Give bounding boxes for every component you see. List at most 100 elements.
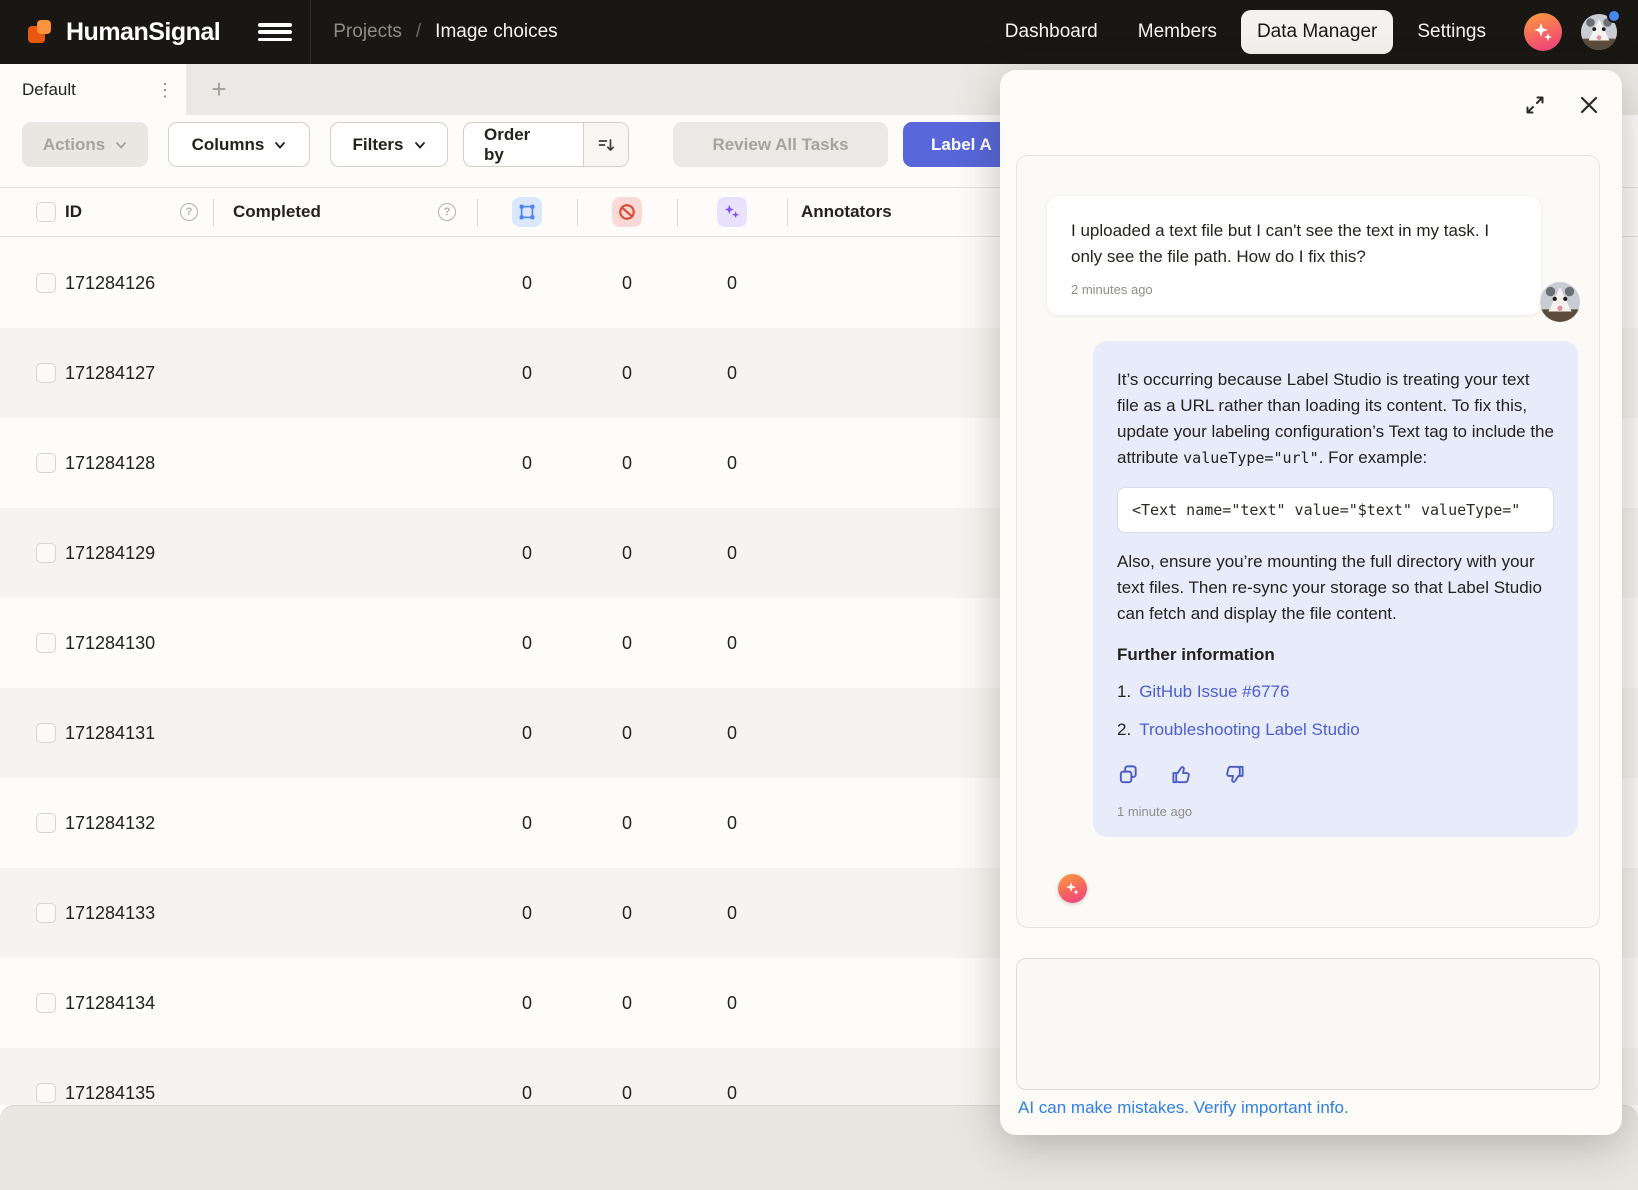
row-checkbox[interactable] xyxy=(36,543,56,563)
user-avatar[interactable] xyxy=(1580,13,1618,51)
brand[interactable]: HumanSignal xyxy=(26,17,220,47)
annotations-count: 0 xyxy=(477,543,577,564)
task-id: 171284127 xyxy=(56,363,213,384)
predictions-count: 0 xyxy=(677,633,787,654)
row-checkbox[interactable] xyxy=(36,363,56,383)
row-checkbox[interactable] xyxy=(36,993,56,1013)
annotations-count: 0 xyxy=(477,813,577,834)
ai-message: It’s occurring because Label Studio is t… xyxy=(1093,341,1578,837)
nav-item-members[interactable]: Members xyxy=(1122,10,1233,54)
sparkles-icon xyxy=(723,203,741,221)
annotations-count: 0 xyxy=(477,363,577,384)
row-checkbox[interactable] xyxy=(36,633,56,653)
add-tab-button[interactable]: + xyxy=(205,76,233,104)
label-all-tasks-label: Label A xyxy=(931,135,992,155)
column-header-id[interactable]: ID xyxy=(65,202,82,222)
task-id: 171284130 xyxy=(56,633,213,654)
predictions-count: 0 xyxy=(677,813,787,834)
cancelled-count: 0 xyxy=(577,813,677,834)
expand-panel-icon[interactable] xyxy=(1523,93,1547,117)
ai-assistant-button[interactable] xyxy=(1524,13,1562,51)
predictions-column-icon[interactable] xyxy=(717,197,747,227)
row-checkbox[interactable] xyxy=(36,273,56,293)
reference-links: 1. GitHub Issue #6776 2. Troubleshooting… xyxy=(1117,679,1554,743)
chat-message-input[interactable] xyxy=(1016,958,1600,1090)
code-block[interactable]: <Text name="text" value="$text" valueTyp… xyxy=(1117,487,1554,533)
brand-name: HumanSignal xyxy=(66,18,220,47)
filters-dropdown[interactable]: Filters xyxy=(330,122,448,167)
copy-icon[interactable] xyxy=(1117,763,1140,786)
chevron-down-icon xyxy=(274,139,286,151)
review-all-tasks-label: Review All Tasks xyxy=(712,135,848,155)
id-help-icon[interactable]: ? xyxy=(180,203,198,221)
task-id: 171284134 xyxy=(56,993,213,1014)
inline-code: valueType="url" xyxy=(1183,449,1318,467)
cancelled-count: 0 xyxy=(577,993,677,1014)
ai-message-paragraph-1: It’s occurring because Label Studio is t… xyxy=(1117,367,1554,471)
chevron-down-icon xyxy=(115,139,127,151)
ai-message-avatar xyxy=(1058,874,1087,903)
actions-dropdown[interactable]: Actions xyxy=(22,122,148,167)
cancelled-count: 0 xyxy=(577,273,677,294)
order-by-label: Order by xyxy=(464,125,573,165)
columns-label: Columns xyxy=(192,135,265,155)
github-issue-link[interactable]: GitHub Issue #6776 xyxy=(1139,679,1289,705)
ai-message-paragraph-2: Also, ensure you’re mounting the full di… xyxy=(1117,549,1554,627)
nav-item-settings[interactable]: Settings xyxy=(1401,10,1502,54)
nav-item-data-manager[interactable]: Data Manager xyxy=(1241,10,1393,54)
sparkles-icon xyxy=(1531,20,1555,44)
list-number: 2. xyxy=(1117,717,1131,743)
order-by-control[interactable]: Order by xyxy=(463,122,629,167)
avatar-opossum-image xyxy=(1539,281,1581,323)
task-id: 171284126 xyxy=(56,273,213,294)
notification-badge xyxy=(1607,9,1621,23)
cancelled-count: 0 xyxy=(577,363,677,384)
select-all-checkbox[interactable] xyxy=(36,202,56,222)
task-id: 171284135 xyxy=(56,1083,213,1104)
completed-help-icon[interactable]: ? xyxy=(438,203,456,221)
column-header-annotators[interactable]: Annotators xyxy=(801,202,892,222)
cancelled-count: 0 xyxy=(577,903,677,924)
review-all-tasks-button[interactable]: Review All Tasks xyxy=(673,122,888,167)
row-checkbox[interactable] xyxy=(36,723,56,743)
user-message-avatar xyxy=(1539,281,1581,323)
breadcrumb-projects[interactable]: Projects xyxy=(333,21,402,43)
tab-label: Default xyxy=(22,80,76,100)
user-message-timestamp: 2 minutes ago xyxy=(1071,282,1517,297)
row-checkbox[interactable] xyxy=(36,813,56,833)
task-id: 171284129 xyxy=(56,543,213,564)
sort-icon xyxy=(597,136,615,154)
columns-dropdown[interactable]: Columns xyxy=(168,122,310,167)
close-panel-icon[interactable] xyxy=(1578,94,1600,116)
conversation-container: I uploaded a text file but I can't see t… xyxy=(1016,155,1600,928)
ai-disclaimer-link[interactable]: AI can make mistakes. Verify important i… xyxy=(1018,1098,1349,1118)
top-nav: HumanSignal Projects / Image choices Das… xyxy=(0,0,1638,64)
row-checkbox[interactable] xyxy=(36,1083,56,1103)
sort-direction-button[interactable] xyxy=(583,122,628,167)
user-message: I uploaded a text file but I can't see t… xyxy=(1047,196,1541,315)
tab-default[interactable]: Default ⋮ xyxy=(0,64,186,115)
thumbs-down-icon[interactable] xyxy=(1223,763,1246,786)
thumbs-up-icon[interactable] xyxy=(1170,763,1193,786)
predictions-count: 0 xyxy=(677,723,787,744)
task-id: 171284131 xyxy=(56,723,213,744)
cancelled-count: 0 xyxy=(577,1083,677,1104)
bounding-box-icon xyxy=(518,203,536,221)
message-actions xyxy=(1117,763,1554,786)
annotations-count: 0 xyxy=(477,453,577,474)
troubleshooting-link[interactable]: Troubleshooting Label Studio xyxy=(1139,717,1360,743)
predictions-count: 0 xyxy=(677,453,787,474)
row-checkbox[interactable] xyxy=(36,903,56,923)
hamburger-menu-icon[interactable] xyxy=(258,21,292,43)
humansignal-logo-icon xyxy=(26,17,56,47)
predictions-count: 0 xyxy=(677,903,787,924)
cancelled-annotations-column-icon[interactable] xyxy=(612,197,642,227)
predictions-count: 0 xyxy=(677,543,787,564)
row-checkbox[interactable] xyxy=(36,453,56,473)
tab-kebab-menu-icon[interactable]: ⋮ xyxy=(156,87,170,93)
annotations-count: 0 xyxy=(477,1083,577,1104)
nav-item-dashboard[interactable]: Dashboard xyxy=(989,10,1114,54)
annotations-count: 0 xyxy=(477,993,577,1014)
column-header-completed[interactable]: Completed xyxy=(233,202,321,222)
annotations-column-icon[interactable] xyxy=(512,197,542,227)
